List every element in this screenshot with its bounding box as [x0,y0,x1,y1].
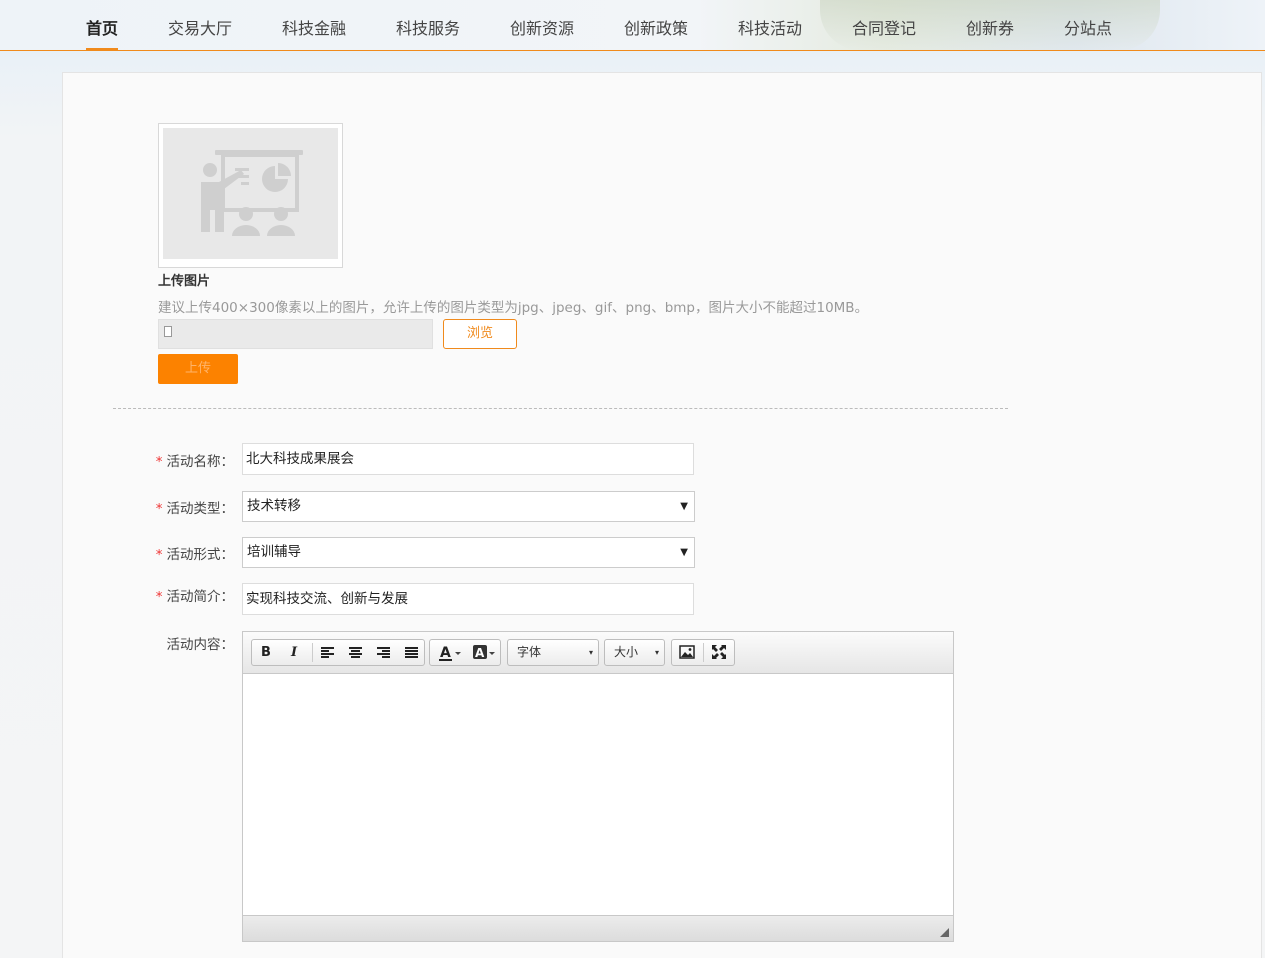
fullscreen-button[interactable] [705,640,733,665]
nav-item-innovation-resources[interactable]: 创新资源 [510,0,574,51]
required-mark: * [155,589,163,605]
activity-name-label: * 活动名称： [155,454,234,470]
activity-content-label: 活动内容： [166,637,235,653]
top-nav: 首页 交易大厅 科技金融 科技服务 创新资源 创新政策 科技活动 合同登记 创新… [0,0,1265,51]
upload-title: 上传图片 [158,274,211,289]
required-mark: * [155,454,163,470]
activity-format-select[interactable]: 培训辅导 ▼ [242,537,695,568]
resize-handle-icon[interactable] [940,928,949,937]
font-size-label: 大小 [614,645,639,659]
font-color-icon: A [439,645,461,661]
section-divider [113,408,1008,409]
svg-text:A: A [440,645,451,661]
nav-item-tech-service[interactable]: 科技服务 [396,0,460,51]
align-center-button[interactable] [342,640,370,665]
svg-text:A: A [475,646,485,660]
chevron-down-icon: ▾ [588,648,593,657]
background-color-icon: A [473,645,495,660]
align-justify-button[interactable] [398,640,426,665]
fullscreen-icon [712,645,726,659]
background-color-button[interactable]: A [466,640,500,665]
nav-item-tech-finance[interactable]: 科技金融 [282,0,346,51]
bold-button[interactable]: B [252,640,280,665]
align-left-icon [321,647,334,658]
nav-item-home[interactable]: 首页 [86,0,119,51]
font-family-label: 字体 [517,645,542,659]
image-icon [679,645,695,659]
activity-summary-field[interactable]: 实现科技交流、创新与发展 [242,583,694,615]
file-path-field[interactable] [158,319,433,349]
activity-format-value: 培训辅导 [247,544,301,560]
activity-name-field[interactable]: 北大科技成果展会 [242,443,694,475]
align-right-icon [377,647,390,658]
activity-type-value: 技术转移 [247,498,301,514]
upload-button[interactable]: 上传 [158,354,238,384]
italic-button[interactable]: I [280,640,308,665]
dropdown-arrow-icon: ▼ [680,501,688,512]
editor-content-area[interactable] [243,674,953,915]
required-mark: * [155,501,163,517]
nav-item-contract-registration[interactable]: 合同登记 [852,0,916,51]
document-icon [164,326,172,337]
upload-hint: 建议上传400×300像素以上的图片，允许上传的图片类型为jpg、jpeg、gi… [158,300,869,316]
presentation-icon [201,150,303,236]
align-left-button[interactable] [314,640,342,665]
activity-type-label: * 活动类型： [155,501,234,517]
image-preview [158,123,343,268]
nav-item-tech-activities[interactable]: 科技活动 [738,0,802,51]
font-size-dropdown[interactable]: 大小 ▾ [604,639,665,666]
chevron-down-icon: ▾ [654,648,659,657]
insert-image-button[interactable] [673,640,701,665]
activity-type-select[interactable]: 技术转移 ▼ [242,491,695,522]
toolbar-separator [312,643,313,662]
activity-summary-label: * 活动简介： [155,589,234,605]
color-button-group: A A [429,639,501,666]
editor-toolbar: B I A A 字体 ▾ 大小 ▾ [243,632,953,674]
activity-format-label: * 活动形式： [155,547,234,563]
format-button-group: B I [251,639,425,666]
nav-item-innovation-policy[interactable]: 创新政策 [624,0,688,51]
image-placeholder [163,128,338,259]
editor-statusbar [243,915,953,941]
toolbar-separator [703,643,704,662]
insert-button-group [671,639,735,666]
browse-button[interactable]: 浏览 [443,319,517,349]
rich-text-editor: B I A A 字体 ▾ 大小 ▾ [242,631,954,942]
align-justify-icon [405,647,418,658]
align-right-button[interactable] [370,640,398,665]
nav-item-trading-hall[interactable]: 交易大厅 [168,0,232,51]
font-family-dropdown[interactable]: 字体 ▾ [507,639,599,666]
nav-item-innovation-voucher[interactable]: 创新券 [966,0,1014,51]
dropdown-arrow-icon: ▼ [680,547,688,558]
font-color-button[interactable]: A [432,640,466,665]
nav-item-substations[interactable]: 分站点 [1064,0,1112,51]
align-center-icon [349,647,362,658]
required-mark: * [155,547,163,563]
